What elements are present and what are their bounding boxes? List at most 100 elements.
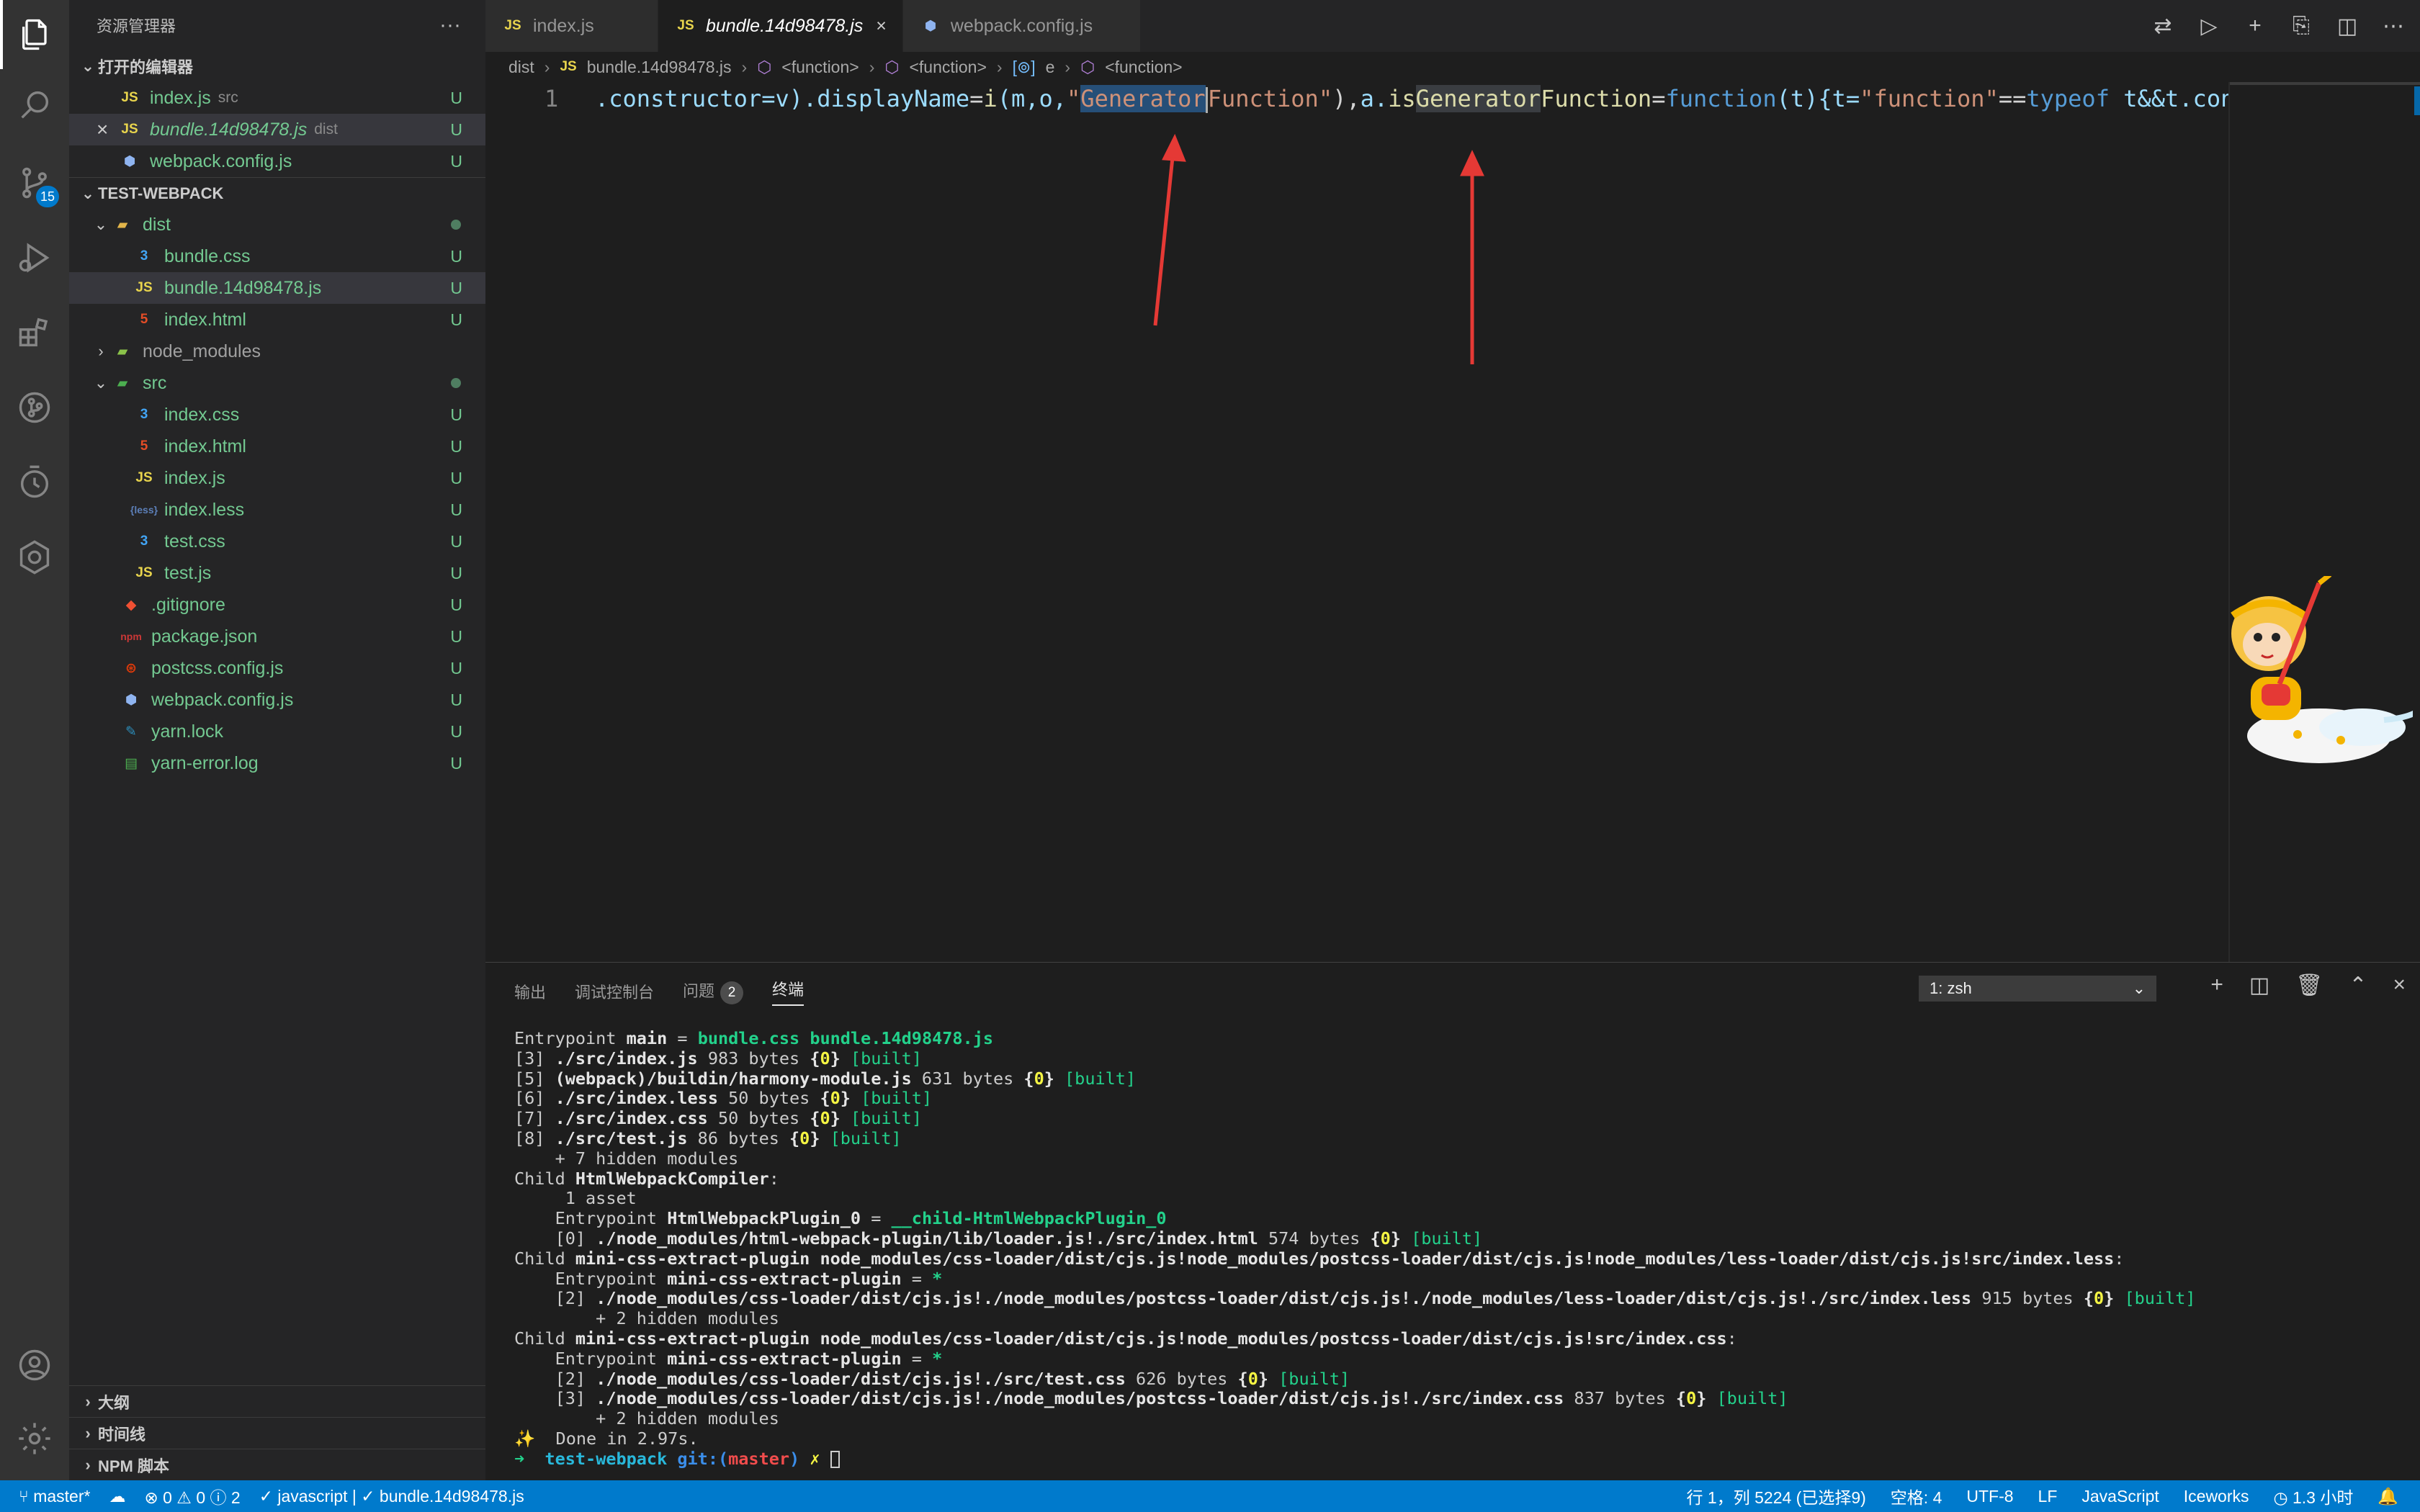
minimap[interactable] <box>2228 82 2420 962</box>
trash-icon[interactable]: 🗑 <box>2295 973 2323 998</box>
split-editor-icon[interactable]: ◫ <box>2335 14 2360 39</box>
red-arrow-1 <box>1153 150 1175 326</box>
search-icon[interactable] <box>0 71 69 140</box>
iceworks-status[interactable]: Iceworks <box>2184 1487 2249 1506</box>
tree-item[interactable]: 5 index.html U <box>69 431 485 462</box>
tree-item-label: index.less <box>164 499 245 520</box>
open-editor-item[interactable]: ⬢ webpack.config.js U <box>69 145 485 177</box>
more-actions-icon[interactable]: ··· <box>439 13 461 37</box>
html-file-icon: 5 <box>140 312 148 327</box>
tree-item[interactable]: ✎ yarn.lock U <box>69 716 485 747</box>
warning-icon: ⚠ <box>171 1488 197 1507</box>
git-graph-icon[interactable] <box>0 373 69 442</box>
outline-section[interactable]: › 大纲 <box>69 1385 485 1417</box>
tree-folder-src[interactable]: ⌄ ▰ src <box>69 367 485 399</box>
eslint-status[interactable]: ✓ javascript | ✓ bundle.14d98478.js <box>259 1487 524 1506</box>
language-mode[interactable]: JavaScript <box>2081 1487 2159 1506</box>
problems-status[interactable]: ⊗ 0 ⚠ 0 ⓘ 2 <box>144 1484 240 1508</box>
notifications-icon[interactable]: 🔔 <box>2378 1487 2398 1506</box>
term-text: } <box>830 1108 841 1129</box>
terminal-prompt[interactable]: ➜ test-webpack git:(master) ✗ <box>514 1449 2196 1470</box>
term-text: } <box>1044 1068 1054 1089</box>
tree-item[interactable]: ◆ .gitignore U <box>69 589 485 621</box>
open-changes-icon[interactable]: ⇄ <box>2151 14 2175 39</box>
tree-item-label: yarn.lock <box>151 721 224 742</box>
timeline-icon[interactable] <box>0 448 69 517</box>
tree-item[interactable]: npm package.json U <box>69 621 485 652</box>
tab-bundle-js[interactable]: JS bundle.14d98478.js × <box>658 0 903 52</box>
tab-output[interactable]: 输出 <box>514 980 546 1003</box>
breadcrumb-file[interactable]: bundle.14d98478.js <box>587 58 732 77</box>
tree-item[interactable]: 5 index.html U <box>69 304 485 336</box>
tab-terminal[interactable]: 终端 <box>772 977 805 1006</box>
add-icon[interactable]: + <box>2243 14 2267 38</box>
open-editor-item[interactable]: JS index.js src U <box>69 82 485 114</box>
tree-item[interactable]: ⬢ webpack.config.js U <box>69 684 485 716</box>
run-icon[interactable]: ▷ <box>2197 14 2221 39</box>
tree-item[interactable]: JS test.js U <box>69 557 485 589</box>
term-text: main <box>626 1028 668 1048</box>
tab-webpack-config[interactable]: ⬢ webpack.config.js <box>902 0 1141 52</box>
tree-item[interactable]: JS bundle.14d98478.js U <box>69 272 485 304</box>
breadcrumb-symbol[interactable]: e <box>1046 58 1055 77</box>
term-text: Entrypoint <box>514 1028 627 1048</box>
tree-item-label: src <box>143 372 167 393</box>
source-control-icon[interactable]: 15 <box>0 148 69 217</box>
tree-item[interactable]: 3 test.css U <box>69 526 485 557</box>
close-icon[interactable]: × <box>97 118 118 141</box>
tab-debug-console[interactable]: 调试控制台 <box>575 980 654 1003</box>
close-tab-icon[interactable]: × <box>876 16 887 37</box>
extensions-icon[interactable] <box>0 298 69 367</box>
encoding[interactable]: UTF-8 <box>1966 1487 2013 1506</box>
explorer-icon[interactable] <box>0 0 69 69</box>
close-panel-icon[interactable]: × <box>2393 973 2406 998</box>
tree-folder-dist[interactable]: ⌄ ▰ dist <box>69 209 485 240</box>
breadcrumb-symbol[interactable]: <function> <box>1105 58 1182 77</box>
minimap-scroll-indicator[interactable] <box>2414 86 2420 115</box>
timeline-section[interactable]: › 时间线 <box>69 1417 485 1449</box>
account-icon[interactable] <box>0 1331 69 1400</box>
project-header[interactable]: ⌄ TEST-WEBPACK <box>69 177 485 209</box>
preview-icon[interactable]: ⎘ <box>2289 14 2313 38</box>
git-file-icon: ◆ <box>125 597 137 613</box>
terminal-line: [6] ./src/index.less 50 bytes {0} [built… <box>514 1088 2196 1109</box>
terminal-line: [0] ./node_modules/html-webpack-plugin/l… <box>514 1228 2196 1249</box>
run-debug-icon[interactable] <box>0 223 69 292</box>
tree-folder-node-modules[interactable]: › ▰ node_modules <box>69 336 485 367</box>
new-terminal-icon[interactable]: + <box>2210 973 2223 998</box>
settings-gear-icon[interactable] <box>0 1404 69 1473</box>
iceworks-icon[interactable] <box>0 523 69 592</box>
more-actions-icon[interactable]: ⋯ <box>2381 14 2406 39</box>
line-ending[interactable]: LF <box>2038 1487 2058 1506</box>
breadcrumb-symbol[interactable]: <function> <box>909 58 986 77</box>
maximize-panel-icon[interactable]: ⌃ <box>2349 973 2367 998</box>
tree-item[interactable]: {less} index.less U <box>69 494 485 526</box>
tree-item[interactable]: ▤ yarn-error.log U <box>69 747 485 779</box>
split-terminal-icon[interactable]: ◫ <box>2249 973 2269 998</box>
tab-index-js[interactable]: JS index.js <box>485 0 658 52</box>
git-status: U <box>450 500 462 519</box>
tree-item[interactable]: 3 bundle.css U <box>69 240 485 272</box>
breadcrumb-folder[interactable]: dist <box>508 58 534 77</box>
code-editor[interactable]: 1 .constructor=v).displayName=i(m,o,"Gen… <box>485 82 2234 962</box>
git-status: U <box>450 405 462 424</box>
tree-item[interactable]: ⊛ postcss.config.js U <box>69 652 485 684</box>
open-editor-item[interactable]: × JS bundle.14d98478.js dist U <box>69 114 485 145</box>
cursor-position[interactable]: 行 1，列 5224 (已选择9) <box>1687 1484 1866 1508</box>
git-status: U <box>450 753 462 773</box>
tree-item[interactable]: JS index.js U <box>69 462 485 494</box>
open-editors-header[interactable]: ⌄ 打开的编辑器 <box>69 50 485 82</box>
npm-scripts-section[interactable]: › NPM 脚本 <box>69 1449 485 1480</box>
tab-problems[interactable]: 问题 2 <box>683 978 744 1004</box>
project-title: TEST-WEBPACK <box>98 184 224 202</box>
terminal-output[interactable]: Entrypoint main = bundle.css bundle.14d9… <box>514 1028 2196 1470</box>
tree-item-label: test.js <box>164 562 212 583</box>
terminal-select[interactable]: 1: zsh ⌄ <box>1919 976 2156 1002</box>
branch-status[interactable]: ⑂ master* <box>19 1487 90 1506</box>
git-status: U <box>450 120 462 139</box>
sync-icon[interactable]: ☁ <box>109 1487 125 1506</box>
indentation[interactable]: 空格: 4 <box>1891 1484 1942 1508</box>
time-tracker[interactable]: ◷ 1.3 小时 <box>2274 1484 2354 1508</box>
breadcrumb-symbol[interactable]: <function> <box>781 58 859 77</box>
tree-item[interactable]: 3 index.css U <box>69 399 485 431</box>
